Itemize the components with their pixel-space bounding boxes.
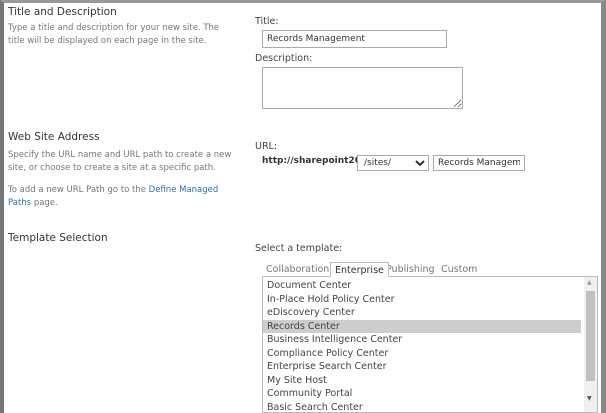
title-input[interactable] [262, 30, 447, 48]
tab-collaboration[interactable]: Collaboration [262, 262, 333, 276]
template-item[interactable]: eDiscovery Center [263, 306, 581, 320]
template-item[interactable]: In-Place Hold Policy Center [263, 293, 581, 307]
url-label: URL: [255, 141, 278, 152]
description-label: Description: [255, 53, 313, 64]
template-item[interactable]: My Site Host [263, 374, 581, 388]
scroll-up-arrow-icon[interactable]: ▲ [587, 279, 592, 286]
template-item-selected[interactable]: Records Center [263, 319, 581, 333]
web-site-address-help: Specify the URL name and URL path to cre… [8, 150, 232, 173]
tab-enterprise[interactable]: Enterprise [330, 262, 389, 277]
template-item[interactable]: Business Intelligence Center [263, 333, 581, 347]
managed-paths-prefix: To add a new URL Path go to the [8, 185, 149, 195]
managed-paths-help: To add a new URL Path go to the Define M… [8, 184, 238, 210]
template-list-scrollbar[interactable]: ▲ ▼ [584, 277, 597, 412]
description-textarea[interactable] [262, 67, 463, 109]
tab-custom[interactable]: Custom [437, 262, 481, 276]
scrollbar-thumb[interactable] [586, 291, 595, 381]
template-item[interactable]: Basic Search Center [263, 401, 581, 413]
tab-publishing[interactable]: Publishing [382, 262, 439, 276]
url-name-input[interactable] [433, 155, 525, 171]
template-item[interactable]: Document Center [263, 279, 581, 293]
title-description-heading: Title and Description [8, 6, 117, 18]
select-template-label: Select a template: [255, 243, 343, 254]
title-description-help: Type a title and description for your ne… [8, 23, 220, 46]
template-item[interactable]: Community Portal [263, 387, 581, 401]
template-listbox[interactable]: Document Center In-Place Hold Policy Cen… [262, 276, 598, 413]
scroll-down-arrow-icon[interactable]: ▼ [587, 395, 592, 402]
template-selection-heading: Template Selection [8, 232, 108, 244]
web-site-address-heading: Web Site Address [8, 131, 100, 143]
url-path-select[interactable]: /sites/ [357, 155, 429, 171]
template-item[interactable]: Compliance Policy Center [263, 347, 581, 361]
template-item[interactable]: Enterprise Search Center [263, 360, 581, 374]
managed-paths-suffix: page. [33, 198, 58, 208]
title-label: Title: [255, 16, 279, 27]
